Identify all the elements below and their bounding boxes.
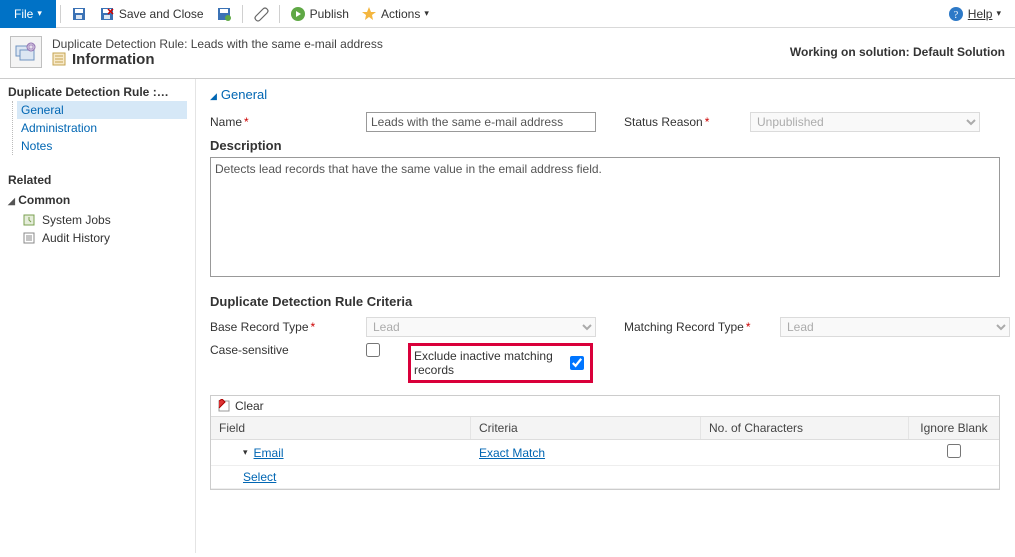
- publish-icon: [290, 6, 306, 22]
- publish-button[interactable]: Publish: [284, 0, 355, 28]
- save-icon: [71, 6, 87, 22]
- file-label: File: [14, 7, 33, 21]
- actions-label: Actions: [381, 7, 420, 21]
- save-new-button[interactable]: [210, 0, 238, 28]
- page-title: Information: [52, 51, 780, 68]
- label-status: Status Reason*: [624, 115, 744, 129]
- chevron-down-icon: ▾: [424, 8, 429, 19]
- related-header: Related: [8, 173, 187, 187]
- col-criteria: Criteria: [471, 417, 701, 439]
- save-close-label: Save and Close: [119, 7, 204, 21]
- checkbox-case-sensitive[interactable]: [366, 343, 380, 357]
- system-jobs-icon: [22, 213, 36, 227]
- col-chars: No. of Characters: [701, 417, 909, 439]
- nav-title: Duplicate Detection Rule :…: [8, 85, 187, 99]
- textarea-description[interactable]: Detects lead records that have the same …: [210, 157, 1000, 277]
- label-match-type: Matching Record Type*: [624, 320, 774, 334]
- grid-row[interactable]: Select: [211, 466, 999, 489]
- nav-general[interactable]: General: [17, 101, 187, 119]
- label-exclude-inactive: Exclude inactive matching records: [414, 349, 564, 377]
- chevron-down-icon: ▾: [37, 8, 42, 19]
- help-label: Help: [968, 7, 993, 21]
- input-name[interactable]: [366, 112, 596, 132]
- col-field: Field: [211, 417, 471, 439]
- save-close-button[interactable]: Save and Close: [93, 0, 210, 28]
- separator: [60, 5, 61, 23]
- criteria-header: Duplicate Detection Rule Criteria: [210, 294, 997, 309]
- label-base-type: Base Record Type*: [210, 320, 360, 334]
- common-header[interactable]: ◢ Common: [8, 193, 187, 207]
- chevron-down-icon[interactable]: ▾: [243, 447, 248, 458]
- star-icon: [361, 6, 377, 22]
- checkbox-ignore-blank[interactable]: [947, 444, 961, 458]
- clear-button[interactable]: Clear: [211, 396, 999, 417]
- chars-cell: [701, 473, 909, 481]
- select-status[interactable]: Unpublished: [750, 112, 980, 132]
- svg-text:?: ?: [954, 10, 959, 21]
- save-button[interactable]: [65, 0, 93, 28]
- select-match-type[interactable]: Lead: [780, 317, 1010, 337]
- nav-system-jobs[interactable]: System Jobs: [8, 211, 187, 229]
- form-icon: [52, 52, 66, 66]
- field-link[interactable]: Email: [254, 446, 284, 460]
- publish-label: Publish: [310, 7, 349, 21]
- select-base-type[interactable]: Lead: [366, 317, 596, 337]
- ignore-cell: [909, 473, 999, 481]
- section-general[interactable]: General: [210, 87, 997, 102]
- help-icon: ?: [948, 6, 964, 22]
- chevron-down-icon: ▾: [996, 8, 1001, 19]
- save-close-icon: [99, 6, 115, 22]
- actions-menu[interactable]: Actions ▾: [355, 0, 435, 28]
- nav-administration[interactable]: Administration: [17, 119, 187, 137]
- separator: [279, 5, 280, 23]
- label-case-sensitive: Case-sensitive: [210, 343, 360, 357]
- breadcrumb: Duplicate Detection Rule: Leads with the…: [52, 37, 780, 51]
- nav-audit-history[interactable]: Audit History: [8, 229, 187, 247]
- grid-row[interactable]: ▾ Email Exact Match: [211, 440, 999, 466]
- chars-cell: [701, 449, 909, 457]
- paperclip-icon: [253, 6, 269, 22]
- nav-notes[interactable]: Notes: [17, 137, 187, 155]
- checkbox-exclude-inactive[interactable]: [570, 356, 584, 370]
- solution-label: Working on solution: Default Solution: [790, 45, 1005, 59]
- label-name: Name*: [210, 115, 360, 129]
- criteria-cell: [471, 473, 701, 481]
- clear-icon: [217, 399, 231, 413]
- criteria-link[interactable]: Exact Match: [479, 446, 545, 460]
- attach-button[interactable]: [247, 0, 275, 28]
- col-ignore: Ignore Blank: [909, 417, 999, 439]
- audit-history-icon: [22, 231, 36, 245]
- field-select-link[interactable]: Select: [243, 470, 276, 484]
- file-menu[interactable]: File ▾: [0, 0, 56, 28]
- separator: [242, 5, 243, 23]
- save-new-icon: [216, 6, 232, 22]
- entity-icon: [10, 36, 42, 68]
- help-menu[interactable]: ? Help ▾: [942, 0, 1007, 28]
- label-description: Description: [210, 138, 997, 153]
